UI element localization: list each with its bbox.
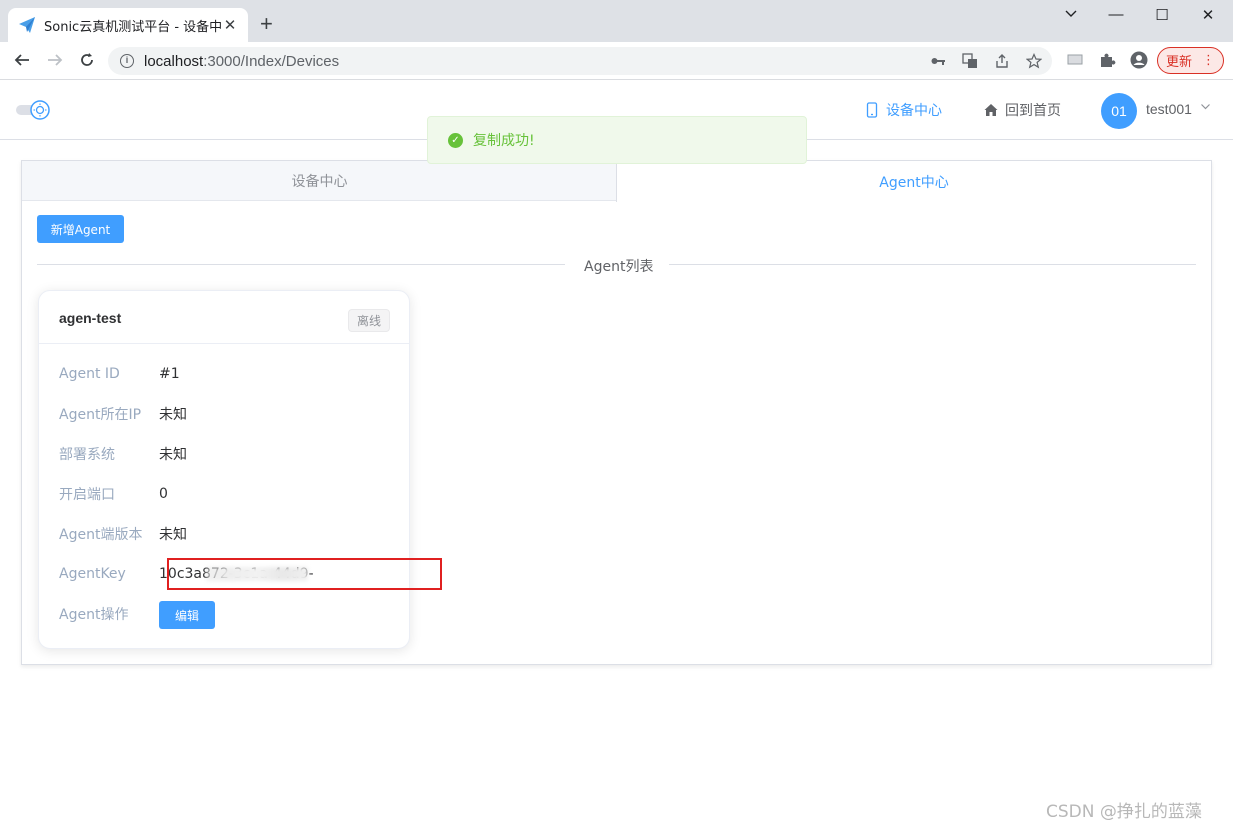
address-bar[interactable]: i localhost:3000/Index/Devices (108, 47, 1052, 75)
watermark: CSDN @挣扎的蓝藻 (1046, 802, 1202, 822)
username[interactable]: test001 (1146, 101, 1192, 117)
phone-icon (866, 102, 878, 118)
agent-card: agen-test 离线 Agent ID #1 Agent所在IP 未知 部署… (38, 290, 442, 649)
chevron-down-icon[interactable] (1200, 101, 1211, 115)
edit-button[interactable]: 编辑 (159, 601, 215, 629)
field-actions: Agent操作 (59, 607, 129, 623)
success-toast: ✓ 复制成功! (427, 116, 807, 164)
divider-right (669, 264, 1196, 265)
divider-label: Agent列表 (584, 259, 654, 275)
star-icon[interactable] (1025, 53, 1043, 69)
status-badge: 离线 (348, 309, 390, 332)
tab-agents[interactable]: Agent中心 (616, 161, 1211, 202)
avatar[interactable]: 01 (1101, 93, 1137, 129)
browser-toolbar: i localhost:3000/Index/Devices (0, 42, 1233, 80)
more-vertical-icon: ⋮ (1202, 53, 1215, 68)
field-version: Agent端版本 未知 (59, 527, 187, 543)
info-icon[interactable]: i (120, 54, 134, 68)
main-tabs-card: 设备中心 Agent中心 新增Agent Agent列表 agen-test 离… (21, 160, 1212, 665)
add-agent-button[interactable]: 新增Agent (37, 215, 124, 243)
divider-left (37, 264, 565, 265)
field-agent-id: Agent ID #1 (59, 366, 180, 382)
field-port: 开启端口 0 (59, 486, 168, 503)
tab-devices[interactable]: 设备中心 (22, 161, 617, 201)
tabs-header: 设备中心 Agent中心 (22, 161, 1211, 202)
close-window-icon[interactable]: ✕ (1198, 6, 1218, 24)
browser-tab-bar: Sonic云真机测试平台 - 设备中心 ✕ + — ☐ ✕ (0, 0, 1233, 42)
agent-name: agen-test (59, 310, 122, 326)
check-circle-icon: ✓ (448, 132, 463, 148)
browser-tab[interactable]: Sonic云真机测试平台 - 设备中心 ✕ (8, 8, 248, 42)
tab-close-icon[interactable]: ✕ (222, 16, 238, 34)
field-system: 部署系统 未知 (59, 447, 187, 463)
url-text: localhost:3000/Index/Devices (144, 52, 340, 70)
paper-plane-icon (19, 17, 35, 33)
reload-icon[interactable] (77, 51, 97, 71)
update-button[interactable]: 更新 ⋮ (1157, 47, 1224, 74)
profile-icon[interactable] (1130, 51, 1148, 69)
field-agent-ip: Agent所在IP 未知 (59, 407, 187, 423)
key-icon[interactable] (930, 53, 946, 69)
share-icon[interactable] (994, 53, 1010, 69)
minimize-icon[interactable]: — (1106, 6, 1126, 23)
chevron-down-icon[interactable] (1061, 6, 1081, 24)
annotation-highlight-box (167, 558, 442, 590)
forward-icon[interactable] (45, 51, 65, 71)
back-icon[interactable] (12, 51, 32, 71)
theme-toggle-icon[interactable] (16, 100, 50, 120)
extensions-icon[interactable] (1098, 51, 1116, 69)
new-tab-icon[interactable]: + (260, 13, 273, 35)
translate-icon[interactable] (962, 53, 978, 69)
menu-devices[interactable]: 设备中心 (864, 100, 942, 120)
tab-title: Sonic云真机测试平台 - 设备中心 (44, 19, 222, 35)
agent-card-header: agen-test 离线 (39, 291, 409, 344)
maximize-icon[interactable]: ☐ (1152, 6, 1172, 24)
menu-home[interactable]: 回到首页 (983, 100, 1061, 120)
cast-icon[interactable] (1066, 51, 1084, 69)
home-icon (984, 104, 998, 116)
toast-message: 复制成功! (473, 133, 535, 149)
